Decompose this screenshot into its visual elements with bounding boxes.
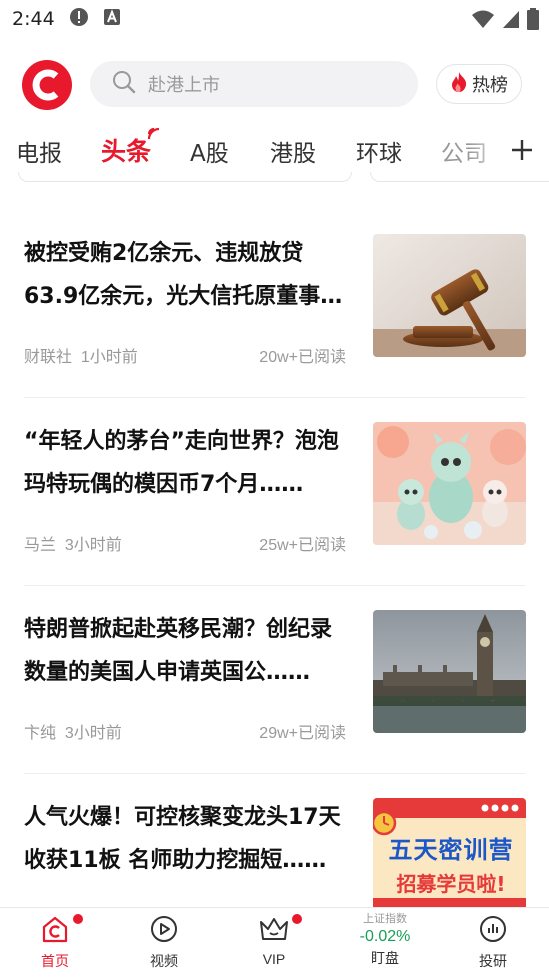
tab-global[interactable]: 环球 [356, 134, 402, 168]
nav-video-label: 视频 [150, 953, 178, 969]
news-title[interactable]: 特朗普掀起赴英移民潮？创纪录数量的美国人申请英国公…… [24, 608, 349, 694]
nav-research[interactable]: 投研 [458, 914, 528, 971]
tab-a-shares[interactable]: A股 [190, 134, 229, 168]
app-logo[interactable] [22, 60, 72, 110]
status-time: 2:44 [12, 8, 55, 30]
signal-icon [501, 9, 521, 34]
news-title[interactable]: 被控受贿2亿余元、违规放贷63.9亿余元，光大信托原董事长…… [24, 232, 349, 318]
promo-text-line1: 五天密训营 [388, 836, 514, 864]
news-source: 财联社 [24, 349, 73, 366]
news-time: 3小时前 [64, 537, 122, 554]
bottom-nav: 首页 视频 VIP 上证指数 -0.02% 盯盘 投研 [0, 907, 549, 977]
nav-video[interactable]: 视频 [129, 914, 199, 971]
home-icon [40, 916, 70, 948]
news-source: 马兰 [24, 537, 57, 554]
nav-market-label: 盯盘 [371, 950, 399, 966]
news-meta: 财联社 1小时前 [24, 343, 138, 367]
promo-text-line2: 招募学员啦! [396, 872, 506, 896]
search-placeholder: 赴港上市 [148, 75, 220, 95]
news-item[interactable]: 被控受贿2亿余元、违规放贷63.9亿余元，光大信托原董事长…… 财联社 1小时前… [0, 210, 549, 398]
news-thumbnail-gavel[interactable] [373, 234, 526, 357]
nav-research-label: 投研 [479, 953, 507, 969]
news-meta: 卞纯 3小时前 [24, 719, 122, 743]
news-title[interactable]: “年轻人的茅台”走向世界？泡泡玛特玩偶的模因币7个月…… [24, 420, 349, 506]
bar-chart-icon [478, 916, 508, 948]
card-edge [18, 172, 352, 182]
market-index-value: -0.02% [359, 928, 411, 945]
wifi-icon [471, 9, 495, 34]
news-thumbnail-promo-banner[interactable]: 五天密训营 招募学员啦! [373, 798, 526, 921]
app-notification-icon [103, 8, 121, 31]
flame-icon [450, 71, 468, 98]
news-reads: 25w+已阅读 [259, 537, 346, 554]
tab-hk-stocks[interactable]: 港股 [270, 134, 316, 168]
tab-headlines[interactable]: 头条 [101, 132, 151, 168]
news-reads: 20w+已阅读 [259, 349, 346, 366]
news-time: 3小时前 [64, 725, 122, 742]
alert-icon [69, 7, 89, 32]
broadcast-icon [146, 126, 164, 147]
play-circle-icon [149, 916, 179, 948]
status-bar: 2:44 [0, 0, 549, 38]
notification-dot [73, 914, 83, 924]
app-header: 赴港上市 热榜 [0, 56, 549, 114]
hot-list-button[interactable]: 热榜 [436, 64, 522, 104]
news-source: 卞纯 [24, 725, 57, 742]
news-item[interactable]: 特朗普掀起赴英移民潮？创纪录数量的美国人申请英国公…… 卞纯 3小时前 29w+… [0, 586, 549, 774]
news-meta: 马兰 3小时前 [24, 531, 122, 555]
notification-dot [292, 914, 302, 924]
card-edge [370, 172, 549, 182]
hot-list-label: 热榜 [472, 75, 508, 95]
nav-vip-label: VIP [262, 951, 286, 967]
news-item[interactable]: “年轻人的茅台”走向世界？泡泡玛特玩偶的模因币7个月…… 马兰 3小时前 25w… [0, 398, 549, 586]
add-tab-icon[interactable] [508, 136, 536, 164]
tab-telegraph[interactable]: 电报 [16, 134, 62, 168]
news-thumbnail-toys[interactable] [373, 422, 526, 545]
market-index-name: 上证指数 [363, 913, 407, 925]
battery-icon [527, 8, 539, 35]
search-input[interactable]: 赴港上市 [90, 61, 418, 107]
news-title[interactable]: 人气火爆！可控核聚变龙头17天收获11板 名师助力挖掘短…… [24, 796, 349, 882]
crown-icon [258, 918, 290, 948]
nav-home-label: 首页 [41, 953, 69, 969]
news-thumbnail-big-ben[interactable] [373, 610, 526, 733]
search-icon [112, 70, 136, 99]
news-time: 1小时前 [80, 349, 138, 366]
nav-market[interactable]: 上证指数 -0.02% 盯盘 [350, 910, 420, 968]
news-reads: 29w+已阅读 [259, 725, 346, 742]
